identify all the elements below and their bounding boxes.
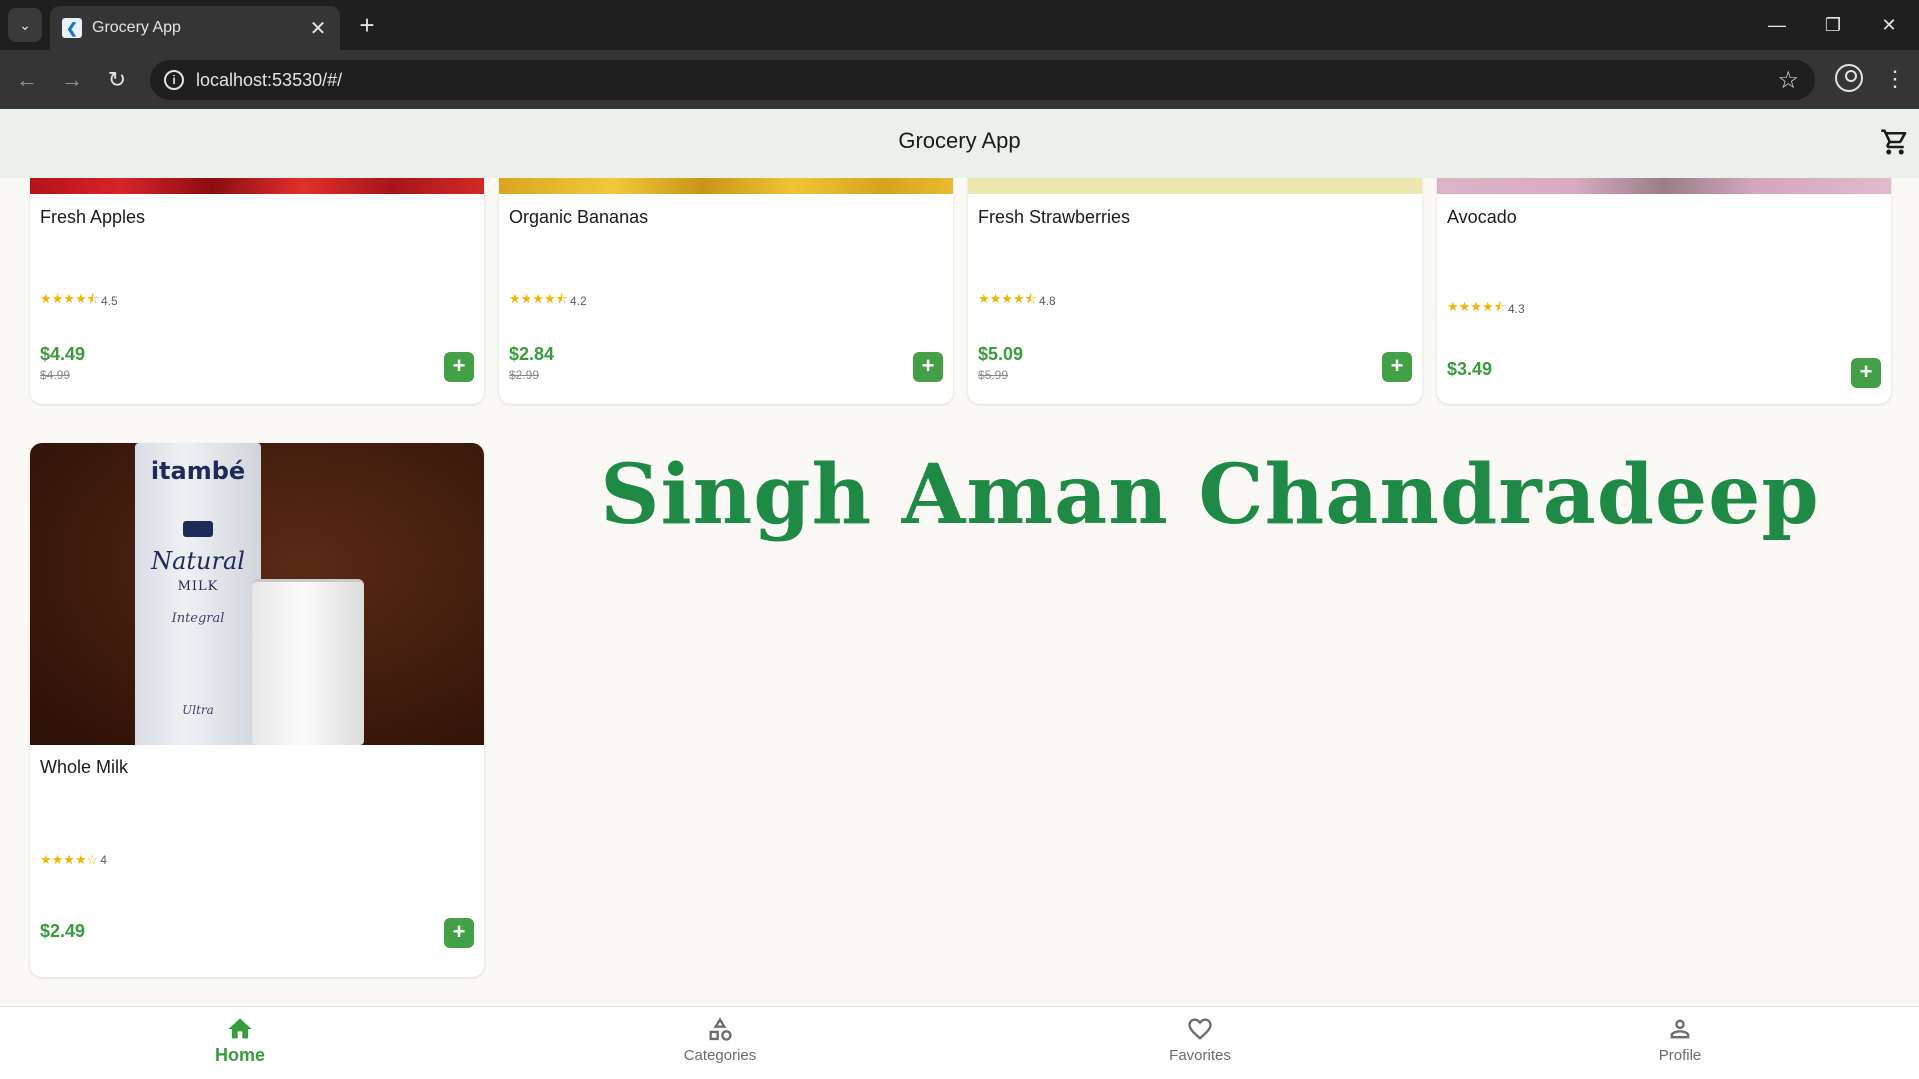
product-card[interactable]: itambé Natural MILK Integral Ultra Whole… (30, 443, 484, 977)
rating-value: 4.3 (1507, 302, 1525, 316)
product-old-price: $4.99 (40, 368, 71, 382)
bookmark-star-icon[interactable]: ☆ (1777, 66, 1799, 95)
product-price: $5.09 (978, 344, 1024, 364)
app-bar: Grocery App (0, 109, 1919, 178)
product-old-price: $5.99 (978, 368, 1009, 382)
product-price: $3.49 (1447, 359, 1493, 379)
product-card[interactable]: Organic Bananas ★★★★⯪ 4.2 $2.84 $2.99 + (499, 178, 953, 404)
product-price: $2.49 (40, 921, 86, 941)
product-grid[interactable]: Fresh Apples ★★★★⯪ 4.5 $4.49 $4.99 + Org… (0, 178, 1919, 1006)
rating-stars-icon: ★★★★⯪ (40, 291, 99, 306)
back-arrow-icon[interactable]: ← (12, 65, 42, 95)
nav-item-categories[interactable]: Categories (620, 1015, 820, 1064)
product-image (30, 178, 484, 194)
nav-item-home[interactable]: Home (140, 1015, 340, 1066)
cow-icon (183, 521, 213, 537)
shopping-cart-icon[interactable] (1880, 127, 1910, 157)
tab-close-icon[interactable]: ✕ (304, 16, 332, 41)
product-card[interactable]: Avocado ★★★★⯪ 4.3 $3.49 + (1437, 178, 1891, 404)
product-name: Avocado (1447, 207, 1517, 227)
milk-type: MILK (177, 579, 219, 594)
restore-icon[interactable]: ❐ (1813, 10, 1853, 40)
browser-toolbar: ← → ↻ i localhost:53530/#/ ☆ ⋮ (0, 50, 1919, 109)
url-text[interactable]: localhost:53530/#/ (196, 70, 342, 91)
bottom-navigation: Home Categories Favorites Profile (0, 1006, 1919, 1079)
rating-stars-icon: ★★★★☆ (40, 852, 99, 867)
product-price: $4.49 (40, 344, 86, 364)
nav-label: Profile (1658, 1047, 1702, 1064)
product-name: Fresh Strawberries (978, 207, 1131, 227)
nav-label: Home (214, 1045, 265, 1065)
product-image (968, 178, 1422, 194)
add-to-cart-button[interactable]: + (1851, 358, 1881, 388)
product-rating: ★★★★⯪ 4.8 (978, 290, 1056, 312)
nav-item-favorites[interactable]: Favorites (1100, 1015, 1300, 1064)
milk-carton: itambé Natural MILK Integral Ultra (135, 443, 261, 745)
window-close-icon[interactable]: ✕ (1869, 10, 1909, 40)
product-name: Fresh Apples (40, 207, 146, 227)
nav-label: Favorites (1169, 1047, 1231, 1064)
rating-stars-icon: ★★★★⯪ (509, 291, 568, 306)
product-name: Organic Bananas (509, 207, 649, 227)
browser-tab[interactable]: ❮ Grocery App ✕ (50, 6, 340, 50)
add-to-cart-button[interactable]: + (1382, 352, 1412, 382)
rating-stars-icon: ★★★★⯪ (1447, 299, 1506, 314)
milk-sub: Ultra (182, 703, 214, 717)
product-rating: ★★★★⯪ 4.2 (509, 290, 587, 312)
address-bar[interactable]: i localhost:53530/#/ ☆ (150, 60, 1815, 100)
browser-tab-bar: ⌄ ❮ Grocery App ✕ + — ❐ ✕ (0, 0, 1919, 50)
milk-glass (252, 579, 364, 745)
heart-icon (1188, 1018, 1212, 1040)
forward-arrow-icon[interactable]: → (57, 65, 87, 95)
rating-value: 4.8 (1038, 294, 1056, 308)
product-old-price: $2.99 (509, 368, 540, 382)
milk-product: Natural (151, 547, 245, 575)
rating-value: 4.2 (569, 294, 587, 308)
flutter-favicon-icon: ❮ (62, 18, 82, 38)
milk-variant: Integral (171, 611, 225, 626)
categories-icon (709, 1017, 732, 1041)
rating-stars-icon: ★★★★⯪ (978, 291, 1037, 306)
nav-label: Categories (683, 1047, 757, 1064)
person-icon (1670, 1019, 1690, 1039)
product-image: itambé Natural MILK Integral Ultra (30, 443, 484, 745)
add-to-cart-button[interactable]: + (444, 352, 474, 382)
product-price: $2.84 (509, 344, 555, 364)
product-image (1437, 178, 1891, 194)
product-card[interactable]: Fresh Strawberries ★★★★⯪ 4.8 $5.09 $5.99… (968, 178, 1422, 404)
product-image (499, 178, 953, 194)
nav-item-profile[interactable]: Profile (1580, 1015, 1780, 1064)
reload-icon[interactable]: ↻ (102, 65, 132, 95)
app-title: Grocery App (898, 128, 1021, 153)
product-rating: ★★★★⯪ 4.3 (1447, 298, 1525, 320)
minimize-icon[interactable]: — (1757, 10, 1797, 40)
product-rating: ★★★★⯪ 4.5 (40, 290, 118, 312)
product-card[interactable]: Fresh Apples ★★★★⯪ 4.5 $4.49 $4.99 + (30, 178, 484, 404)
watermark-text: Singh Aman Chandradeep (600, 447, 1820, 543)
tab-title: Grocery App (92, 19, 181, 36)
add-to-cart-button[interactable]: + (913, 352, 943, 382)
home-icon (228, 1018, 252, 1039)
product-rating: ★★★★☆ 4 (40, 852, 107, 868)
site-info-icon[interactable]: i (164, 70, 184, 90)
add-to-cart-button[interactable]: + (444, 918, 474, 948)
rating-value: 4 (100, 853, 107, 867)
new-tab-plus-icon[interactable]: + (352, 10, 382, 40)
browser-profile-icon[interactable] (1835, 64, 1863, 92)
browser-menu-icon[interactable]: ⋮ (1880, 64, 1910, 94)
rating-value: 4.5 (100, 294, 118, 308)
milk-brand: itambé (150, 457, 246, 485)
product-name: Whole Milk (40, 757, 129, 777)
tab-search-chevron-down-icon[interactable]: ⌄ (8, 8, 42, 42)
